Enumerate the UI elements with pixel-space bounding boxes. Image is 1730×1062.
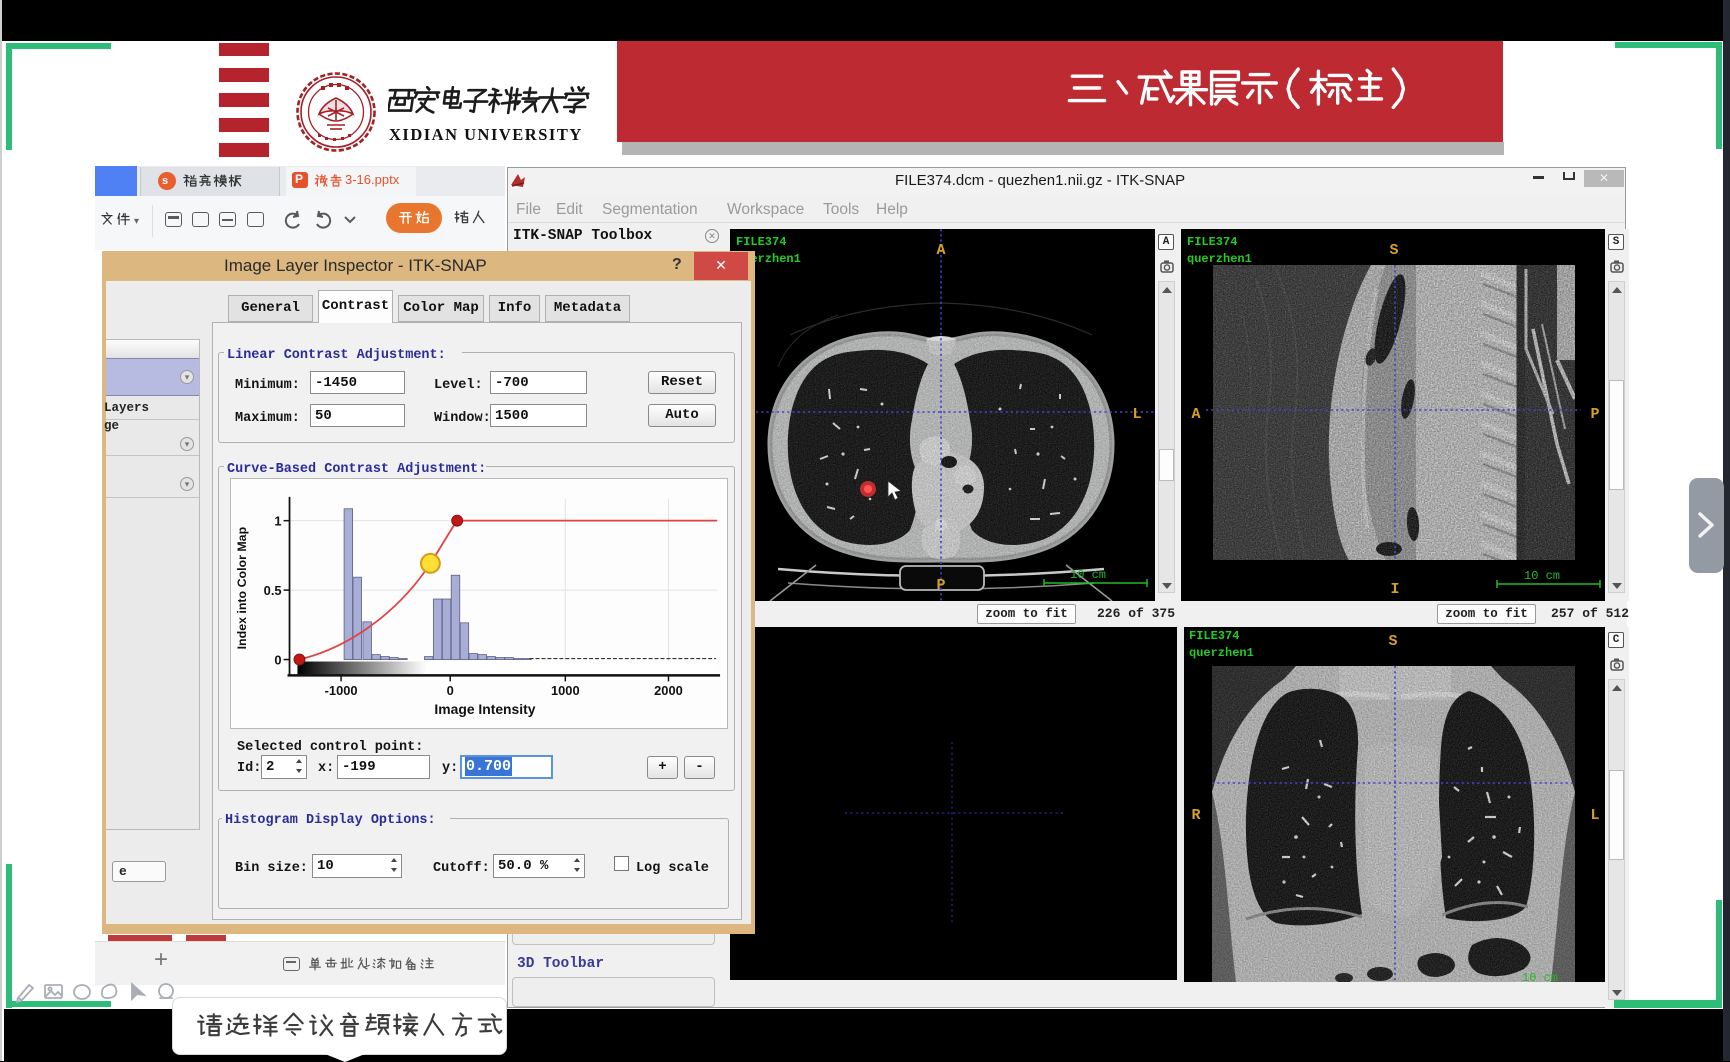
svg-text:P: P xyxy=(1590,406,1599,423)
svg-text:10 cm: 10 cm xyxy=(1522,971,1558,982)
svg-text:-1000: -1000 xyxy=(325,683,358,698)
svg-text:FILE374: FILE374 xyxy=(736,235,786,249)
svg-text:S: S xyxy=(1389,242,1398,259)
svg-text:10 cm: 10 cm xyxy=(1524,569,1560,583)
svg-text:A: A xyxy=(936,242,945,259)
svg-text:FILE374: FILE374 xyxy=(1189,629,1239,643)
svg-text:I: I xyxy=(1390,581,1399,598)
svg-text:0: 0 xyxy=(274,653,281,668)
svg-text:2000: 2000 xyxy=(654,683,683,698)
svg-text:10 cm: 10 cm xyxy=(1070,568,1106,582)
svg-text:Index into Color Map: Index into Color Map xyxy=(235,526,249,649)
svg-text:querzhen1: querzhen1 xyxy=(1189,646,1254,660)
svg-text:querzhen1: querzhen1 xyxy=(1187,252,1252,266)
svg-text:FILE374: FILE374 xyxy=(1187,235,1237,249)
svg-text:A: A xyxy=(1191,406,1200,423)
svg-text:1000: 1000 xyxy=(551,683,580,698)
svg-text:Image Intensity: Image Intensity xyxy=(434,701,535,717)
svg-text:0: 0 xyxy=(447,683,454,698)
svg-text:L: L xyxy=(1132,406,1141,423)
svg-text:0.5: 0.5 xyxy=(264,583,282,598)
svg-text:R: R xyxy=(1191,807,1200,824)
svg-text:P: P xyxy=(936,577,945,594)
svg-text:S: S xyxy=(1388,633,1397,650)
svg-text:1: 1 xyxy=(274,514,281,529)
svg-text:L: L xyxy=(1590,807,1599,824)
